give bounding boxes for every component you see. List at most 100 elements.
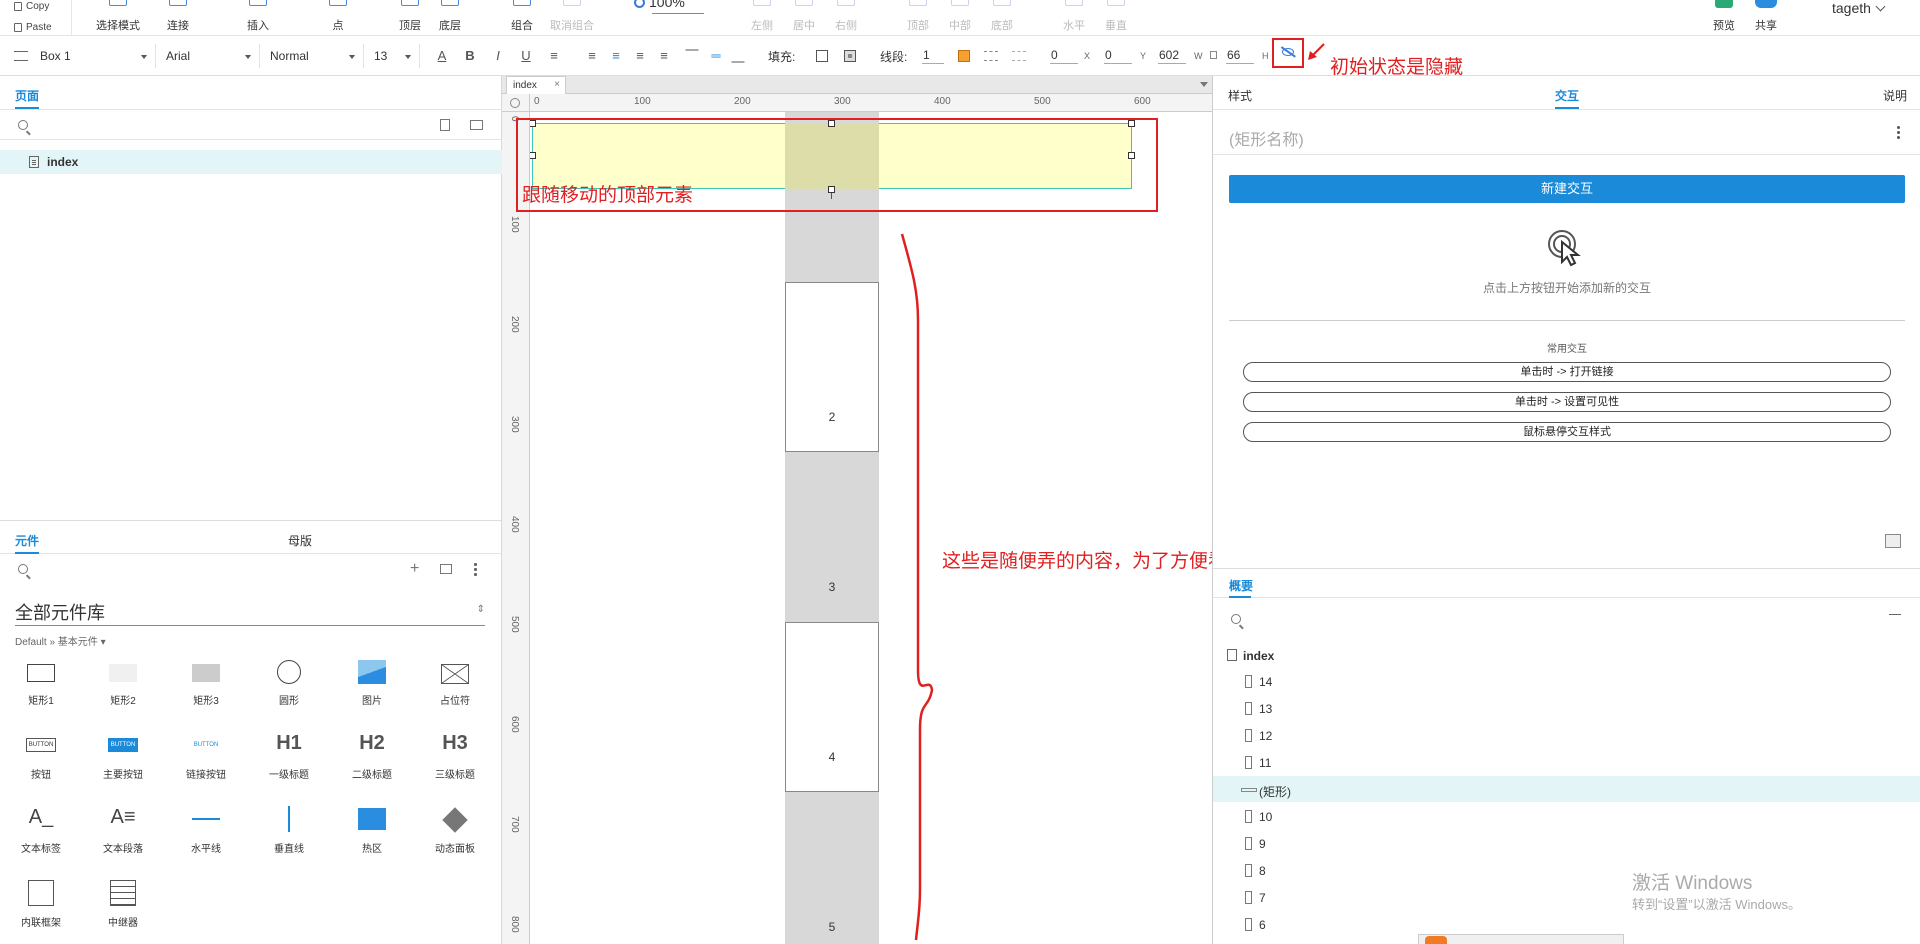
add-folder-icon[interactable]	[470, 120, 483, 130]
search-icon[interactable]	[18, 564, 28, 574]
outline-item[interactable]: 12	[1213, 722, 1920, 748]
filter-icon[interactable]	[1889, 614, 1901, 624]
widget-h3[interactable]: H3 三级标题	[420, 730, 490, 790]
library-selector[interactable]: 全部元件库 ⇕	[15, 596, 485, 626]
align-middle-button[interactable]: 中部	[942, 0, 978, 36]
search-icon[interactable]	[1231, 614, 1241, 624]
align-left-button[interactable]: 左侧	[744, 0, 780, 36]
align-text-right-button[interactable]: ≡	[632, 48, 648, 64]
connect-button[interactable]: 连接	[160, 0, 196, 36]
align-text-justify-button[interactable]: ≡	[656, 48, 672, 64]
list-button[interactable]: ≡	[546, 48, 562, 64]
line-width-input[interactable]: 1	[922, 46, 944, 64]
content-box-2[interactable]	[785, 282, 879, 452]
widget-hotspot[interactable]: 热区	[337, 804, 407, 864]
user-menu[interactable]: tageth	[1832, 0, 1886, 16]
tab-overflow-icon[interactable]	[1200, 82, 1208, 87]
outline-item-page[interactable]: index	[1213, 642, 1920, 668]
widget-rect2[interactable]: 矩形2	[88, 656, 158, 716]
page-item-index[interactable]: index	[0, 150, 502, 174]
design-page[interactable]: 2 3 4 5	[530, 112, 1212, 944]
paste-button[interactable]: Paste	[14, 22, 52, 33]
distribute-horizontal-button[interactable]: 水平	[1056, 0, 1092, 36]
widget-rect3[interactable]: 矩形3	[171, 656, 241, 716]
height-input[interactable]: 66	[1226, 46, 1254, 64]
widget-text-paragraph[interactable]: A≡ 文本段落	[88, 804, 158, 864]
widget-repeater[interactable]: 中继器	[88, 878, 158, 938]
group-button[interactable]: 组合	[504, 0, 540, 36]
valign-top-button[interactable]: ⎺	[684, 48, 700, 64]
outline-item-selected[interactable]: (矩形)	[1213, 776, 1920, 802]
y-input[interactable]: 0	[1104, 46, 1132, 64]
align-top-button[interactable]: 顶部	[900, 0, 936, 36]
underline-button[interactable]: U	[518, 48, 534, 64]
outline-item[interactable]: 8	[1213, 857, 1920, 883]
outline-item[interactable]: 13	[1213, 695, 1920, 721]
more-options-icon[interactable]	[474, 562, 477, 576]
add-library-icon[interactable]: +	[410, 560, 419, 578]
interaction-open-link-button[interactable]: 单击时 -> 打开链接	[1243, 362, 1891, 382]
gray-content-column[interactable]	[785, 112, 879, 944]
widget-button[interactable]: BUTTON 按钮	[6, 730, 76, 790]
select-mode-button[interactable]: 选择模式	[96, 0, 140, 36]
outline-item[interactable]: 9	[1213, 830, 1920, 856]
tab-interactions[interactable]: 交互	[1555, 87, 1579, 104]
widget-circle[interactable]: 圆形	[254, 656, 324, 716]
widget-link-button[interactable]: BUTTON 链接按钮	[171, 730, 241, 790]
close-icon[interactable]: ×	[554, 79, 560, 90]
outline-item[interactable]: 14	[1213, 668, 1920, 694]
lock-ratio-icon[interactable]	[1210, 51, 1217, 59]
content-box-4[interactable]	[785, 622, 879, 792]
shape-name-field[interactable]: (矩形名称)	[1229, 126, 1304, 150]
visibility-toggle-button[interactable]	[1272, 38, 1304, 68]
italic-button[interactable]: I	[490, 48, 506, 64]
widget-placeholder[interactable]: 占位符	[420, 656, 490, 716]
align-center-button[interactable]: 居中	[786, 0, 822, 36]
widget-h1[interactable]: H1 一级标题	[254, 730, 324, 790]
line-style-button[interactable]	[984, 51, 998, 61]
share-button[interactable]: 共享	[1748, 0, 1784, 36]
tab-masters[interactable]: 母版	[288, 532, 312, 549]
fill-color-swatch[interactable]	[816, 50, 828, 62]
widget-rect1[interactable]: 矩形1	[6, 656, 76, 716]
widget-text-label[interactable]: A_ 文本标签	[6, 804, 76, 864]
tab-widgets[interactable]: 元件	[15, 532, 39, 549]
tab-style[interactable]: 样式	[1228, 87, 1252, 104]
distribute-vertical-button[interactable]: 垂直	[1098, 0, 1134, 36]
font-weight-dropdown[interactable]: Normal	[262, 44, 364, 68]
library-breadcrumb[interactable]: Default » 基本元件 ▾	[15, 633, 106, 648]
more-options-icon[interactable]	[1897, 126, 1900, 140]
align-bottom-button[interactable]: 底部	[984, 0, 1020, 36]
interaction-hover-style-button[interactable]: 鼠标悬停交互样式	[1243, 422, 1891, 442]
valign-middle-button[interactable]: ═	[708, 48, 724, 64]
expand-panel-icon[interactable]	[1885, 534, 1901, 548]
align-text-left-button[interactable]: ≡	[584, 48, 600, 64]
outline-item[interactable]: 10	[1213, 803, 1920, 829]
x-input[interactable]: 0	[1050, 46, 1078, 64]
new-interaction-button[interactable]: 新建交互	[1229, 175, 1905, 203]
widget-dynamic-panel[interactable]: 动态面板	[420, 804, 490, 864]
bold-button[interactable]: B	[462, 48, 478, 64]
font-family-dropdown[interactable]: Arial	[158, 44, 260, 68]
copy-button[interactable]: Copy	[14, 1, 49, 12]
style-dropdown[interactable]: Box 1	[32, 44, 156, 68]
outline-item[interactable]: 7	[1213, 884, 1920, 910]
zoom-control[interactable]: 100%	[634, 0, 685, 10]
align-text-center-button[interactable]: ≡	[608, 48, 624, 64]
valign-bottom-button[interactable]: ⎽	[730, 48, 746, 64]
font-size-dropdown[interactable]: 13	[366, 44, 420, 68]
insert-button[interactable]: 插入	[240, 0, 276, 36]
interaction-set-visibility-button[interactable]: 单击时 -> 设置可见性	[1243, 392, 1891, 412]
widget-h2[interactable]: H2 二级标题	[337, 730, 407, 790]
bring-front-button[interactable]: 顶层	[392, 0, 428, 36]
point-button[interactable]: 点	[320, 0, 356, 36]
font-color-button[interactable]: A	[434, 48, 450, 64]
widget-inline-frame[interactable]: 内联框架	[6, 878, 76, 938]
arrow-style-button[interactable]	[1012, 51, 1026, 61]
tab-pages[interactable]: 页面	[15, 87, 39, 104]
add-page-icon[interactable]	[440, 119, 450, 131]
width-input[interactable]: 602	[1158, 46, 1186, 64]
send-back-button[interactable]: 底层	[432, 0, 468, 36]
tab-outline[interactable]: 概要	[1229, 577, 1253, 594]
widget-primary-button[interactable]: BUTTON 主要按钮	[88, 730, 158, 790]
